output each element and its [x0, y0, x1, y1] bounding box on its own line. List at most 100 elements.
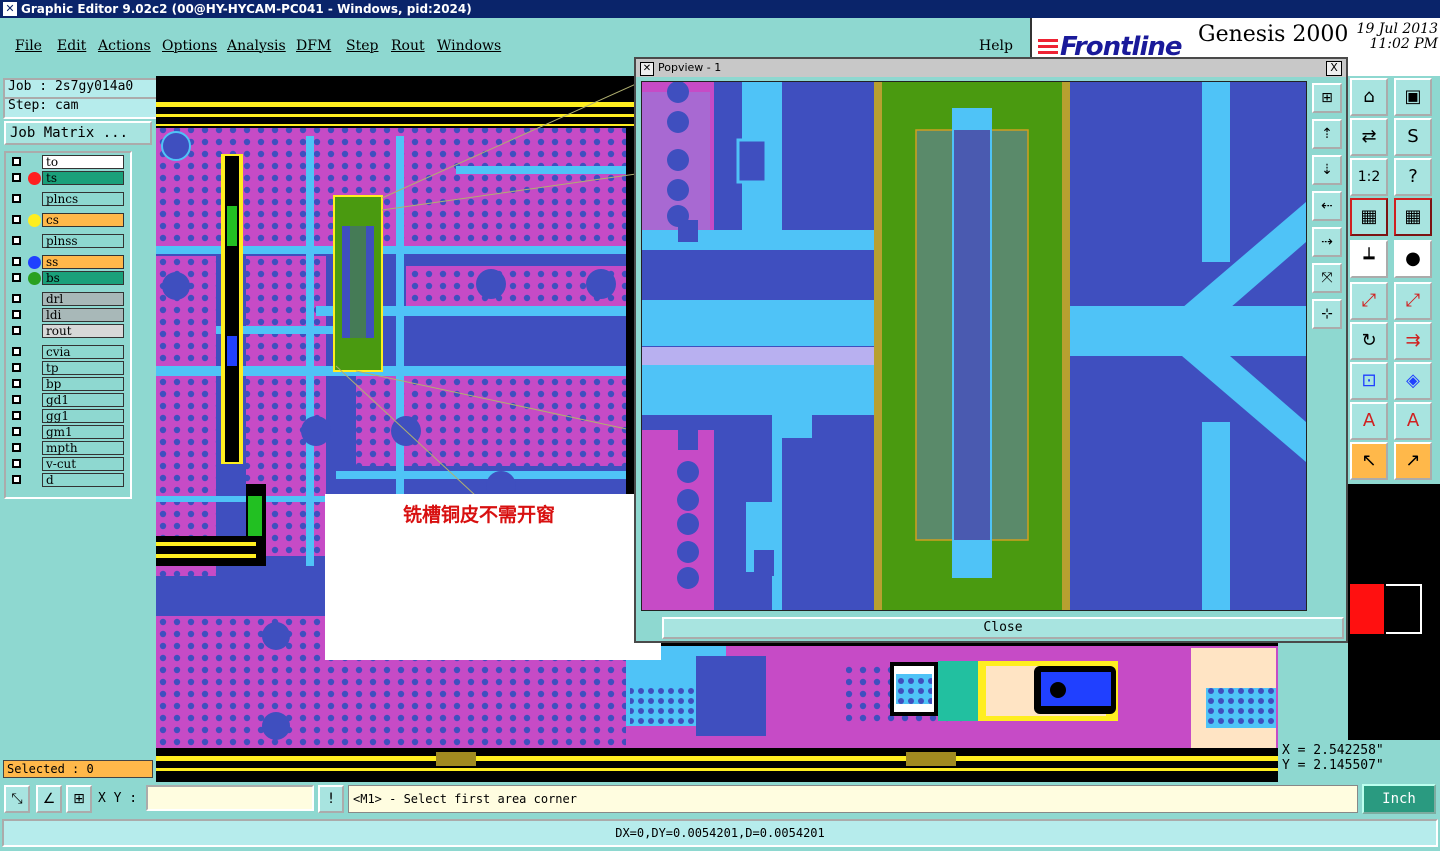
menu-actions[interactable]: Actions [98, 38, 151, 54]
layer-name[interactable]: gg1 [42, 409, 124, 423]
ruler-icon[interactable]: ┷ [1350, 240, 1388, 278]
layer-checkbox[interactable] [12, 427, 21, 436]
layer-name[interactable]: cs [42, 213, 124, 227]
popview-zoom-out-icon[interactable]: ⊹ [1312, 299, 1342, 329]
scale-1-2-icon[interactable]: 1:2 [1350, 158, 1388, 196]
layer-checkbox[interactable] [12, 294, 21, 303]
grid-icon[interactable]: ⊞ [66, 785, 92, 813]
zoom-box-icon[interactable]: ⊡ [1350, 362, 1388, 400]
layer-checkbox[interactable] [12, 257, 21, 266]
layer-checkbox[interactable] [12, 157, 21, 166]
measure-line-icon[interactable]: ⤢ [1350, 282, 1388, 320]
layer-checkbox[interactable] [12, 459, 21, 468]
menu-help[interactable]: Help [979, 38, 1013, 54]
layer-row-mpth[interactable]: mpth [8, 441, 126, 456]
popview-pan-right-icon[interactable]: ⇢ [1312, 227, 1342, 257]
menu-options[interactable]: Options [162, 38, 217, 54]
layer-name[interactable]: mpth [42, 441, 124, 455]
menu-edit[interactable]: Edit [57, 38, 86, 54]
popview-pan-up-icon[interactable]: ⇡ [1312, 119, 1342, 149]
close-icon[interactable]: X [1326, 61, 1342, 76]
layer-checkbox[interactable] [12, 395, 21, 404]
layer-row-bs[interactable]: bs [8, 271, 126, 286]
layer-checkbox[interactable] [12, 273, 21, 282]
layer-name[interactable]: ldi [42, 308, 124, 322]
text-a-icon[interactable]: A [1350, 402, 1388, 440]
layer-row-cvia[interactable]: cvia [8, 345, 126, 360]
menu-file[interactable]: File [15, 38, 42, 54]
layer-row-gd1[interactable]: gd1 [8, 393, 126, 408]
unit-button[interactable]: Inch [1362, 784, 1436, 814]
menu-step[interactable]: Step [346, 38, 378, 54]
menu-windows[interactable]: Windows [437, 38, 501, 54]
layer-row-bp[interactable]: bp [8, 377, 126, 392]
arc-icon[interactable]: ↻ [1350, 322, 1388, 360]
layer-row-plncs[interactable]: plncs [8, 192, 126, 207]
layer-row-rout[interactable]: rout [8, 324, 126, 339]
popview-zoom-in-icon[interactable]: ⊞ [1312, 83, 1342, 113]
layer-row-d[interactable]: d [8, 473, 126, 488]
layer-row-plnss[interactable]: plnss [8, 234, 126, 249]
layer-name[interactable]: gd1 [42, 393, 124, 407]
layer-checkbox[interactable] [12, 443, 21, 452]
layer-name[interactable]: rout [42, 324, 124, 338]
shapes-icon[interactable]: ◈ [1394, 362, 1432, 400]
menu-analysis[interactable]: Analysis [227, 38, 286, 54]
layer-checkbox[interactable] [12, 173, 21, 182]
popview-canvas[interactable] [641, 81, 1307, 611]
layer-checkbox[interactable] [12, 236, 21, 245]
layer-name[interactable]: ts [42, 171, 124, 185]
menu-dfm[interactable]: DFM [296, 38, 331, 54]
layer-checkbox[interactable] [12, 310, 21, 319]
layer-checkbox[interactable] [12, 326, 21, 335]
layer-checkbox[interactable] [12, 475, 21, 484]
layer-row-tp[interactable]: tp [8, 361, 126, 376]
measure-line-icon-2[interactable]: ⤢ [1394, 282, 1432, 320]
board-red-icon-2[interactable]: ▦ [1394, 198, 1432, 236]
color-swatch-empty[interactable] [1386, 584, 1422, 634]
window-layout-icon[interactable]: ▣ [1394, 78, 1432, 116]
layer-row-ldi[interactable]: ldi [8, 308, 126, 323]
flip-icon[interactable]: ⇉ [1394, 322, 1432, 360]
layer-checkbox[interactable] [12, 379, 21, 388]
select-cursor-icon[interactable]: ↖ [1350, 442, 1388, 480]
layer-row-to[interactable]: to [8, 155, 126, 170]
menu-rout[interactable]: Rout [391, 38, 425, 54]
layer-name[interactable]: ss [42, 255, 124, 269]
popview-close-button[interactable]: Close [662, 617, 1344, 639]
color-swatch-red[interactable] [1350, 584, 1384, 634]
layer-name[interactable]: drl [42, 292, 124, 306]
layer-row-drl[interactable]: drl [8, 292, 126, 307]
dot-icon[interactable]: ● [1394, 240, 1432, 278]
layer-row-gm1[interactable]: gm1 [8, 425, 126, 440]
xy-input[interactable] [146, 785, 314, 811]
help-query-icon[interactable]: ? [1394, 158, 1432, 196]
snap-icon[interactable]: ⤡ [4, 785, 30, 813]
text-a-icon-2[interactable]: A [1394, 402, 1432, 440]
snake-icon[interactable]: S [1394, 118, 1432, 156]
alert-icon[interactable]: ! [318, 785, 344, 813]
popview-pan-down-icon[interactable]: ⇣ [1312, 155, 1342, 185]
popview-pan-left-icon[interactable]: ⇠ [1312, 191, 1342, 221]
layer-row-cs[interactable]: cs [8, 213, 126, 228]
popview-fit-icon[interactable]: ⤧ [1312, 263, 1342, 293]
swap-icon[interactable]: ⇄ [1350, 118, 1388, 156]
layer-name[interactable]: v-cut [42, 457, 124, 471]
layer-checkbox[interactable] [12, 215, 21, 224]
layer-checkbox[interactable] [12, 347, 21, 356]
layer-name[interactable]: gm1 [42, 425, 124, 439]
select-point-icon[interactable]: ↗ [1394, 442, 1432, 480]
layer-name[interactable]: to [42, 155, 124, 169]
layer-name[interactable]: bs [42, 271, 124, 285]
layer-name[interactable]: cvia [42, 345, 124, 359]
job-matrix-button[interactable]: Job Matrix ... [4, 121, 152, 145]
home-icon[interactable]: ⌂ [1350, 78, 1388, 116]
layer-name[interactable]: bp [42, 377, 124, 391]
layer-checkbox[interactable] [12, 194, 21, 203]
layer-checkbox[interactable] [12, 411, 21, 420]
layer-name[interactable]: plnss [42, 234, 124, 248]
layer-name[interactable]: plncs [42, 192, 124, 206]
layer-checkbox[interactable] [12, 363, 21, 372]
layer-row-ts[interactable]: ts [8, 171, 126, 186]
layer-row-gg1[interactable]: gg1 [8, 409, 126, 424]
